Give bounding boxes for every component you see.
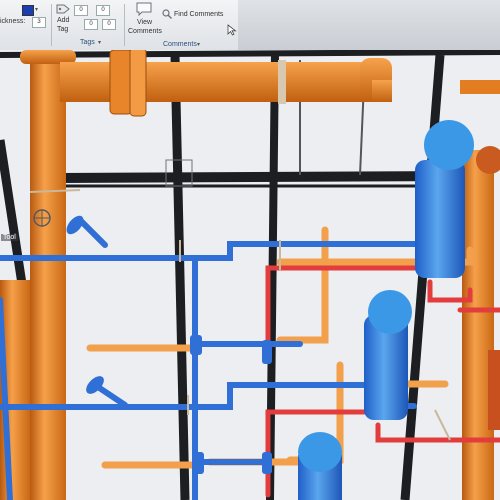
color-dropdown-arrow[interactable]: ▾ (35, 6, 38, 13)
add-tag-label[interactable]: Add (57, 17, 69, 24)
ribbon-toolbar: ▾ ickness: 3 Add Tag 0 0 0 0 Tags ▾ View… (0, 0, 500, 51)
select-cursor-icon[interactable] (226, 24, 238, 36)
ribbon-empty-area (238, 0, 500, 51)
view-comments-icon[interactable] (136, 2, 152, 16)
tags-group-expander[interactable]: ▾ (98, 39, 101, 46)
spin-field-4[interactable]: 0 (102, 19, 116, 30)
tool-label: Tool (1, 234, 18, 241)
spin-field-1[interactable]: 0 (74, 5, 88, 16)
spin-field-3[interactable]: 0 (84, 19, 98, 30)
find-comments-icon[interactable] (162, 9, 172, 19)
comments-group-label: Comments (163, 41, 197, 48)
piping-model-scene[interactable] (0, 50, 500, 500)
ribbon-separator (51, 4, 52, 46)
thickness-input[interactable]: 3 (32, 17, 46, 28)
navigation-gizmo-icon[interactable] (33, 209, 51, 227)
ribbon-separator (124, 4, 125, 46)
app-window: ▾ ickness: 3 Add Tag 0 0 0 0 Tags ▾ View… (0, 0, 500, 500)
add-tag-label-2[interactable]: Tag (57, 26, 68, 33)
comments-group-expander[interactable]: ▾ (197, 41, 200, 48)
spin-field-2[interactable]: 0 (96, 5, 110, 16)
view-comments-label-2[interactable]: Comments (128, 28, 162, 35)
3d-viewport[interactable] (0, 50, 500, 500)
tag-icon[interactable] (56, 3, 70, 15)
line-color-swatch[interactable] (22, 5, 34, 16)
tags-group-label: Tags (80, 39, 95, 46)
view-comments-label[interactable]: View (137, 19, 152, 26)
thickness-label: ickness: (0, 18, 26, 25)
find-comments-label[interactable]: Find Comments (174, 11, 223, 18)
